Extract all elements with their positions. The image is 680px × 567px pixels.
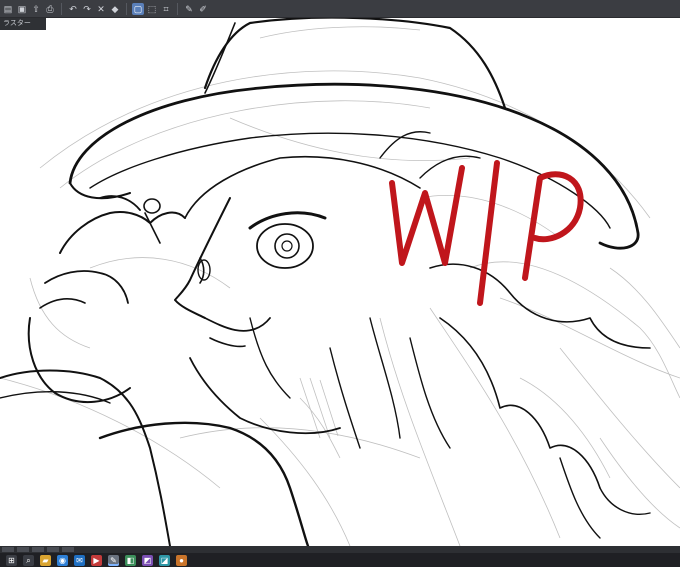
- toolbar-separator: [126, 2, 127, 15]
- status-item: [62, 547, 74, 552]
- wip-annotation: [389, 160, 584, 306]
- app-icon-3[interactable]: ◪: [159, 554, 170, 566]
- brush-icon[interactable]: ✐: [197, 3, 209, 15]
- start-icon[interactable]: ⊞: [6, 554, 17, 566]
- drawing-canvas[interactable]: [0, 18, 680, 546]
- redo-icon[interactable]: ↷: [81, 3, 93, 15]
- clip-studio-icon[interactable]: ✎: [108, 554, 119, 566]
- lineart-layer: [0, 18, 651, 546]
- artwork: [0, 18, 680, 546]
- transform-icon[interactable]: ▢: [132, 2, 144, 15]
- undo-icon[interactable]: ↶: [67, 3, 79, 15]
- export-icon[interactable]: ⇧: [30, 3, 42, 15]
- app-icon-2[interactable]: ◩: [142, 554, 153, 566]
- sketch-layer: [0, 26, 680, 546]
- app-icon-1[interactable]: ◧: [125, 554, 136, 566]
- toolbar-separator: [61, 2, 62, 15]
- browser-icon[interactable]: ◉: [57, 554, 68, 566]
- status-item: [2, 547, 14, 552]
- mail-icon[interactable]: ✉: [74, 554, 85, 566]
- search-icon[interactable]: ⌕: [23, 554, 34, 566]
- status-item: [32, 547, 44, 552]
- clear-icon[interactable]: ✕: [95, 3, 107, 15]
- select-icon[interactable]: ⬚: [146, 3, 158, 15]
- ruler-icon[interactable]: ⌗: [160, 3, 172, 15]
- status-item: [47, 547, 59, 552]
- layer-panel-label: ラスター: [0, 18, 46, 30]
- media-icon[interactable]: ▶: [91, 554, 102, 566]
- status-item: [17, 547, 29, 552]
- print-icon[interactable]: ⎙: [44, 3, 56, 15]
- main-toolbar: ▤ ▣ ⇧ ⎙ ↶ ↷ ✕ ◆ ▢ ⬚ ⌗ ✎ ✐: [0, 0, 680, 18]
- status-bar: [0, 546, 680, 553]
- file-icon[interactable]: ▤: [2, 3, 14, 15]
- fill-icon[interactable]: ◆: [109, 3, 121, 15]
- pen-icon[interactable]: ✎: [183, 3, 195, 15]
- toolbar-separator: [177, 2, 178, 15]
- app-icon-4[interactable]: ●: [176, 554, 187, 566]
- explorer-icon[interactable]: ▰: [40, 554, 51, 566]
- os-taskbar: ⊞ ⌕ ▰ ◉ ✉ ▶ ✎ ◧ ◩ ◪ ●: [0, 553, 680, 567]
- save-icon[interactable]: ▣: [16, 3, 28, 15]
